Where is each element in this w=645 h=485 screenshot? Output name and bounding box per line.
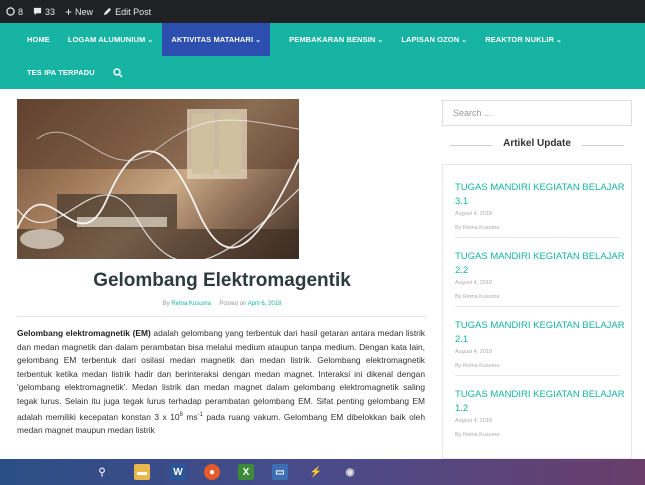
- nav-item-reaktor-nuklir[interactable]: REAKTOR NUKLIR ⌄: [476, 23, 571, 56]
- nav-row-1: HOME LOGAM ALUMUNIUM ⌄ AKTIVITAS MATAHAR…: [0, 23, 645, 56]
- nav-item-label: LAPISAN OZON: [401, 35, 460, 44]
- search-icon[interactable]: ⚲: [97, 464, 107, 480]
- nav-item-logam-alumunium[interactable]: LOGAM ALUMUNIUM ⌄: [59, 23, 162, 56]
- post-body: Gelombang elektromagnetik (EM) adalah ge…: [17, 327, 425, 438]
- plus-icon: +: [65, 4, 73, 19]
- chevron-down-icon: ⌄: [377, 36, 384, 44]
- recent-article-item: TUGAS MANDIRI KEGIATAN BELAJAR 1.2 Augus…: [455, 388, 625, 438]
- meta-by: By: [162, 301, 170, 307]
- edit-post-label: Edit Post: [115, 6, 152, 17]
- admin-bar: 8 33 + New Edit Post: [0, 0, 645, 23]
- new-label: New: [75, 6, 94, 17]
- recent-article-separator: [455, 375, 620, 376]
- post-term: Gelombang elektromagnetik (EM): [17, 328, 151, 338]
- nav-item-label: REAKTOR NUKLIR: [485, 35, 554, 44]
- recent-article-title[interactable]: TUGAS MANDIRI KEGIATAN BELAJAR 3.1: [455, 181, 625, 209]
- featured-image: [17, 99, 299, 259]
- post-meta: By Retna Kusuma Posted on April 6, 2018: [17, 301, 427, 307]
- disc-icon[interactable]: ◉: [342, 464, 358, 480]
- post-divider: [17, 316, 427, 317]
- nav-item-label: PEMBAKARAN BENSIN: [289, 35, 376, 44]
- pencil-icon: [103, 7, 112, 16]
- nav-item-label: LOGAM ALUMUNIUM: [67, 35, 146, 44]
- recent-article-author: By Retna Kusuma: [455, 432, 500, 438]
- recent-article-date: August 4, 2018: [455, 349, 493, 355]
- nav-item-label: HOME: [27, 35, 50, 44]
- nav-search-button[interactable]: [104, 56, 132, 89]
- recent-article-title[interactable]: TUGAS MANDIRI KEGIATAN BELAJAR 2.1: [455, 319, 625, 347]
- os-taskbar: ⚲ ▬ W ● X ▭ ⚡ ◉: [0, 459, 645, 485]
- comment-icon: [6, 7, 15, 16]
- updates-indicator[interactable]: 33: [33, 7, 55, 17]
- nav-item-aktivitas-matahari[interactable]: AKTIVITAS MATAHARI ⌄: [162, 23, 271, 56]
- widget-title: Artikel Update: [442, 138, 632, 149]
- bolt-icon[interactable]: ⚡: [308, 464, 324, 480]
- nav-item-label: TES IPA TERPADU: [27, 68, 95, 77]
- nav-item-tes-ipa-terpadu[interactable]: TES IPA TERPADU: [18, 56, 104, 89]
- recent-article-item: TUGAS MANDIRI KEGIATAN BELAJAR 2.2 Augus…: [455, 250, 625, 307]
- chevron-down-icon: ⌄: [461, 36, 468, 44]
- post-date-link[interactable]: April 6, 2018: [248, 301, 282, 307]
- nav-item-pembakaran-bensin[interactable]: PEMBAKARAN BENSIN ⌄: [280, 23, 392, 56]
- monitor-icon[interactable]: ▭: [272, 464, 288, 480]
- post-author-link[interactable]: Retna Kusuma: [171, 301, 211, 307]
- chevron-down-icon: ⌄: [147, 36, 154, 44]
- nav-row-2: TES IPA TERPADU: [0, 56, 645, 89]
- chevron-down-icon: ⌄: [555, 36, 562, 44]
- new-button[interactable]: + New: [65, 5, 93, 19]
- speech-bubble-icon: [33, 7, 42, 16]
- recent-article-title[interactable]: TUGAS MANDIRI KEGIATAN BELAJAR 2.2: [455, 250, 625, 278]
- comments-count: 8: [18, 6, 24, 17]
- recent-article-title[interactable]: TUGAS MANDIRI KEGIATAN BELAJAR 1.2: [455, 388, 625, 416]
- recent-article-separator: [455, 237, 620, 238]
- edit-post-button[interactable]: Edit Post: [103, 7, 151, 17]
- nav-item-home[interactable]: HOME: [18, 23, 59, 56]
- meta-posted-on: Posted on: [219, 301, 247, 307]
- recent-article-item: TUGAS MANDIRI KEGIATAN BELAJAR 2.1 Augus…: [455, 319, 625, 376]
- excel-icon[interactable]: X: [238, 464, 254, 480]
- main-navigation: HOME LOGAM ALUMUNIUM ⌄ AKTIVITAS MATAHAR…: [0, 23, 645, 89]
- nav-item-label: AKTIVITAS MATAHARI: [171, 35, 254, 44]
- recent-article-author: By Retna Kusuma: [455, 363, 500, 369]
- file-explorer-icon[interactable]: ▬: [134, 464, 150, 480]
- nav-item-lapisan-ozon[interactable]: LAPISAN OZON ⌄: [392, 23, 476, 56]
- recent-article-separator: [455, 306, 620, 307]
- recent-article-item: TUGAS MANDIRI KEGIATAN BELAJAR 3.1 Augus…: [455, 181, 625, 238]
- word-icon[interactable]: W: [170, 464, 186, 480]
- chevron-down-icon: ⌄: [255, 36, 262, 44]
- chrome-icon[interactable]: ●: [204, 464, 220, 480]
- comments-indicator[interactable]: 8: [6, 7, 23, 17]
- post-title: Gelombang Elektromagentik: [93, 270, 351, 291]
- recent-article-date: August 4, 2018: [455, 211, 493, 217]
- search-input[interactable]: Search ...: [442, 100, 632, 126]
- post-text: adalah gelombang yang terbentuk dari has…: [17, 328, 425, 422]
- search-icon: [112, 67, 123, 77]
- recent-article-author: By Retna Kusuma: [455, 294, 500, 300]
- recent-article-author: By Retna Kusuma: [455, 225, 500, 231]
- main-content: Gelombang Elektromagentik By Retna Kusum…: [0, 89, 645, 459]
- recent-article-date: August 4, 2018: [455, 280, 493, 286]
- updates-count: 33: [45, 6, 56, 17]
- recent-article-date: August 4, 2018: [455, 418, 493, 424]
- post-text-unit: ms: [182, 411, 198, 422]
